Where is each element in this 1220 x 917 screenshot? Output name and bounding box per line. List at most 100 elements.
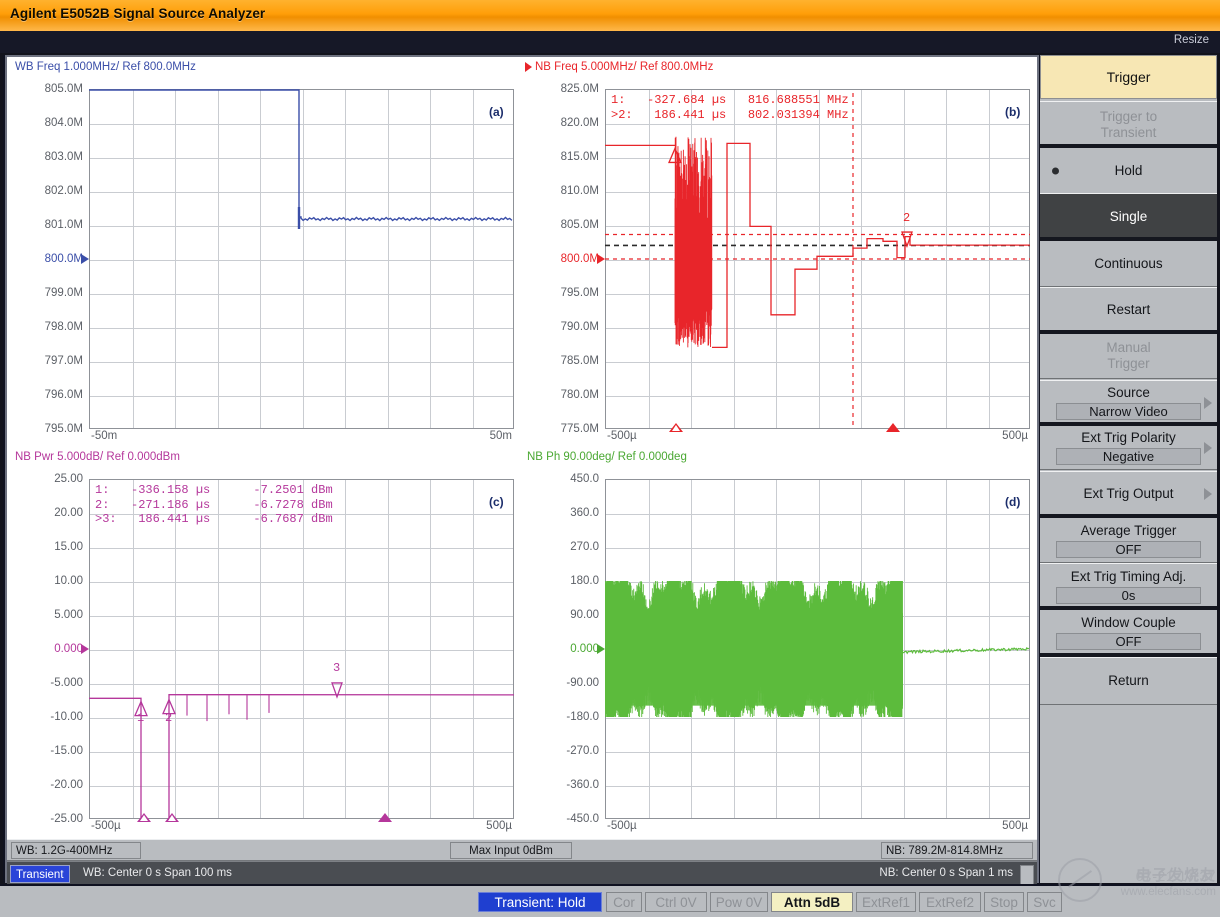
transient-mode-chip[interactable]: Transient	[10, 865, 70, 883]
menu-item-label: Single	[1110, 209, 1148, 225]
menu-item-hold[interactable]: Hold	[1040, 147, 1217, 194]
x-axis-tick-min: -500µ	[91, 820, 121, 832]
quadrant-c[interactable]: NB Pwr 5.000dB/ Ref 0.000dBm (c) 1: -336…	[9, 449, 521, 839]
menu-title: Trigger	[1040, 55, 1217, 99]
y-axis-tick: -360.0	[529, 779, 599, 791]
y-axis-tick: -450.0	[529, 813, 599, 825]
menu-item-ext-trig-timing-adj[interactable]: Ext Trig Timing Adj.0s	[1040, 563, 1217, 609]
y-axis-tick: -15.00	[13, 745, 83, 757]
menu-separator	[1040, 422, 1217, 426]
y-axis-tick: 795.0M	[529, 287, 599, 299]
wb-sweep-text: WB: Center 0 s Span 100 ms	[83, 867, 232, 879]
plot-a-trace	[89, 89, 514, 429]
menu-separator	[1040, 514, 1217, 518]
status-chip-attn-5db[interactable]: Attn 5dB	[771, 892, 853, 912]
menu-item-single[interactable]: Single	[1040, 193, 1217, 240]
status-chip-ctrl-0v[interactable]: Ctrl 0V	[645, 892, 707, 912]
menu-item-return[interactable]: Return	[1040, 657, 1217, 705]
y-axis-tick: 796.0M	[13, 389, 83, 401]
quadrant-a[interactable]: WB Freq 1.000MHz/ Ref 800.0MHz (a) 805.0…	[9, 59, 521, 449]
menu-item-window-couple[interactable]: Window CoupleOFF	[1040, 609, 1217, 655]
bottom-status-bar: Transient: HoldCorCtrl 0VPow 0VAttn 5dBE…	[0, 884, 1220, 917]
menu-item-value[interactable]: OFF	[1056, 541, 1201, 558]
status-row-sweep: Transient WB: Center 0 s Span 100 ms NB:…	[7, 861, 1037, 886]
bottom-marker-3[interactable]	[378, 813, 392, 822]
status-chip-extref1[interactable]: ExtRef1	[856, 892, 916, 912]
status-chip-stop[interactable]: Stop	[984, 892, 1024, 912]
quadrant-b-header-text: NB Freq 5.000MHz/ Ref 800.0MHz	[535, 61, 713, 73]
radio-selected-icon	[1052, 167, 1059, 174]
window-title: Agilent E5052B Signal Source Analyzer	[10, 6, 265, 21]
x-axis-tick-max: 500µ	[990, 430, 1028, 442]
status-chip-extref2[interactable]: ExtRef2	[919, 892, 981, 912]
menu-item-value[interactable]: Negative	[1056, 448, 1201, 465]
menu-item-value[interactable]: Narrow Video	[1056, 403, 1201, 420]
y-axis-tick: 800.0M	[13, 253, 83, 265]
reference-level-arrow-icon	[597, 644, 605, 654]
instrument-area: WB Freq 1.000MHz/ Ref 800.0MHz (a) 805.0…	[3, 55, 1217, 883]
menu-item-value[interactable]: 0s	[1056, 587, 1201, 604]
x-axis-tick-max: 500µ	[990, 820, 1028, 832]
y-axis-tick: 804.0M	[13, 117, 83, 129]
menu-item-average-trigger[interactable]: Average Trigger OFF	[1040, 517, 1217, 563]
status-chip-svc[interactable]: Svc	[1027, 892, 1062, 912]
plot-b-trace: 2	[605, 89, 1030, 429]
menu-item-restart[interactable]: Restart	[1040, 287, 1217, 333]
menu-item-label: Ext Trig Polarity	[1081, 430, 1176, 446]
bottom-marker-1[interactable]	[137, 813, 151, 822]
max-input-cell: Max Input 0dBm	[450, 842, 572, 859]
resize-label[interactable]: Resize	[1174, 34, 1209, 46]
menu-item-label: Return	[1108, 673, 1149, 689]
menu-item-label: Continuous	[1094, 256, 1162, 272]
x-axis-tick-min: -50m	[91, 430, 117, 442]
y-axis-tick: 90.00	[529, 609, 599, 621]
y-axis-tick: -20.00	[13, 779, 83, 791]
menu-item-label: Average Trigger	[1081, 523, 1177, 539]
y-axis-tick: 815.0M	[529, 151, 599, 163]
menu-item-label: Trigger to Transient	[1100, 109, 1157, 141]
menu-item-label: Ext Trig Output	[1083, 486, 1173, 502]
svg-text:1: 1	[137, 711, 144, 725]
y-axis-tick: 10.00	[13, 575, 83, 587]
quadrant-d[interactable]: NB Ph 90.00deg/ Ref 0.000deg (d) 450.036…	[521, 449, 1037, 839]
nb-range-cell: NB: 789.2M-814.8MHz	[881, 842, 1033, 859]
y-axis-tick: -10.00	[13, 711, 83, 723]
wb-range-cell: WB: 1.2G-400MHz	[11, 842, 141, 859]
x-axis-tick-min: -500µ	[607, 820, 637, 832]
status-chip-cor[interactable]: Cor	[606, 892, 642, 912]
submenu-arrow-icon	[1204, 442, 1212, 454]
title-bar: Agilent E5052B Signal Source Analyzer	[0, 0, 1220, 32]
bottom-marker-2[interactable]	[165, 813, 179, 822]
y-axis-tick: -270.0	[529, 745, 599, 757]
scroll-thumb[interactable]	[1020, 865, 1034, 885]
y-axis-tick: 180.0	[529, 575, 599, 587]
menu-item-ext-trig-output[interactable]: Ext Trig Output	[1040, 471, 1217, 516]
menu-item-source[interactable]: Source Narrow Video	[1040, 380, 1217, 425]
y-axis-tick: 798.0M	[13, 321, 83, 333]
y-axis-tick: 797.0M	[13, 355, 83, 367]
y-axis-tick: 25.00	[13, 473, 83, 485]
y-axis-tick: 820.0M	[529, 117, 599, 129]
status-chip-transient-hold[interactable]: Transient: Hold	[478, 892, 602, 912]
menu-item-label: Source	[1107, 385, 1150, 401]
y-axis-tick: 795.0M	[13, 423, 83, 435]
menu-item-continuous[interactable]: Continuous	[1040, 240, 1217, 287]
menu-item-ext-trig-polarity[interactable]: Ext Trig Polarity Negative	[1040, 425, 1217, 470]
bottom-marker-2[interactable]	[886, 423, 900, 432]
menu-item-trigger-to-transient: Trigger to Transient	[1040, 101, 1217, 148]
x-axis-tick-max: 50m	[474, 430, 512, 442]
y-axis-tick: 810.0M	[529, 185, 599, 197]
svg-text:3: 3	[333, 661, 340, 675]
menu-item-value[interactable]: OFF	[1056, 633, 1201, 650]
menu-separator	[1040, 606, 1217, 610]
x-axis-tick-min: -500µ	[607, 430, 637, 442]
y-axis-tick: 5.000	[13, 609, 83, 621]
menu-item-label: Restart	[1107, 302, 1151, 318]
bottom-marker-1[interactable]	[669, 423, 683, 432]
status-chip-pow-0v[interactable]: Pow 0V	[710, 892, 768, 912]
reference-level-arrow-icon	[81, 644, 89, 654]
quadrant-b[interactable]: NB Freq 5.000MHz/ Ref 800.0MHz (b) 1: -3…	[521, 59, 1037, 449]
y-axis-tick: 0.000	[529, 643, 599, 655]
plot-c-trace: 123	[89, 479, 514, 819]
y-axis-tick: 799.0M	[13, 287, 83, 299]
